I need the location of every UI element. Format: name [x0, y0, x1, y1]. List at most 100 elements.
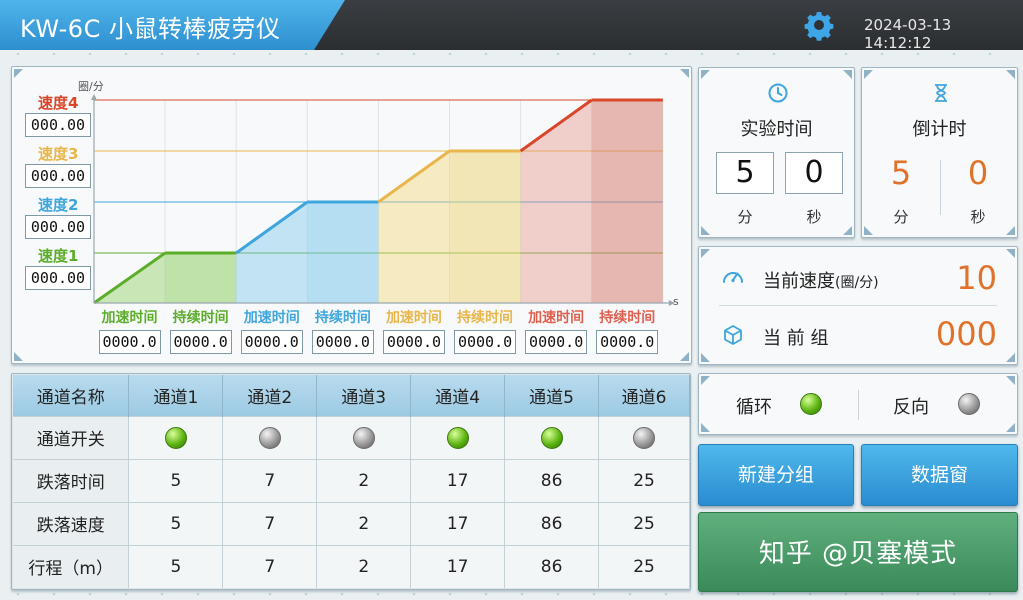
table-cell: 25 — [598, 544, 690, 588]
table-cell: 2 — [316, 501, 412, 545]
channel-switch-indicator[interactable] — [258, 426, 281, 449]
table-cell: 25 — [598, 458, 690, 502]
hold-segment-area — [165, 253, 237, 303]
cube-icon — [724, 325, 742, 345]
app-title: KW-6C 小鼠转棒疲劳仪 — [20, 15, 281, 43]
hold-segment-area — [307, 202, 379, 303]
accel-time-input[interactable]: 0000.0 — [240, 330, 303, 354]
column-header-channel: 通道3 — [316, 375, 412, 416]
current-speed-label: 当前速度(圈/分) — [763, 271, 879, 292]
hold-time-input[interactable]: 0000.0 — [169, 330, 232, 354]
title-bar: KW-6C 小鼠转棒疲劳仪 2024-03-13 14:12:12 — [0, 0, 1023, 52]
countdown-minutes-unit: 分 — [893, 208, 909, 226]
current-group-label: 当 前 组 — [763, 328, 829, 349]
column-header-name: 通道名称 — [13, 375, 130, 416]
speed-level-label: 速度2 — [38, 196, 79, 214]
speed-level-label: 速度4 — [38, 94, 79, 112]
speed-profile-panel: 圈/分 s 速度4 000.00 速度3 000.00 速度2 000.00 速度1 000.… — [11, 66, 692, 364]
experiment-minutes-input[interactable]: 5 — [716, 152, 774, 194]
clock-icon — [768, 83, 788, 103]
hold-segment-area — [449, 151, 521, 303]
experiment-time-title: 实验时间 — [740, 119, 813, 140]
table-cell: 2 — [316, 458, 412, 502]
table-cell: 17 — [410, 544, 506, 588]
channel-switch-indicator[interactable] — [633, 426, 656, 449]
loop-toggle[interactable] — [800, 393, 822, 415]
table-cell: 7 — [222, 544, 318, 588]
speed-value-input[interactable]: 000.00 — [25, 164, 91, 188]
reverse-toggle[interactable] — [958, 393, 980, 415]
accel-time-label: 加速时间 — [243, 310, 300, 326]
new-group-button[interactable]: 新建分组 — [698, 444, 854, 506]
table-row: 跌落速度 5 7 2 17 86 25 — [13, 501, 690, 545]
channel-switch-cell — [410, 415, 506, 459]
datetime: 2024-03-13 14:12:12 — [864, 16, 952, 52]
data-window-button[interactable]: 数据窗 — [861, 444, 1018, 506]
table-row: 通道开关 — [13, 415, 690, 459]
current-group-value: 000 — [935, 315, 997, 353]
accel-segment-area — [520, 100, 592, 303]
countdown-panel: 倒计时 5 0 分 秒 — [861, 67, 1018, 238]
x-axis-unit: s — [673, 295, 679, 308]
hold-time-input[interactable]: 0000.0 — [454, 330, 517, 354]
hold-time-input[interactable]: 0000.0 — [596, 330, 659, 354]
table-cell: 7 — [222, 501, 318, 545]
accel-segment-area — [378, 151, 450, 303]
gear-icon[interactable] — [803, 9, 835, 41]
current-speed-value: 10 — [956, 259, 997, 297]
accel-time-input[interactable]: 0000.0 — [98, 330, 161, 354]
mode-button[interactable]: 知乎 @贝塞模式 — [698, 512, 1018, 592]
channel-switch-cell — [504, 415, 600, 459]
column-header-channel: 通道2 — [222, 375, 318, 416]
loop-reverse-panel: 循环 反向 — [698, 373, 1018, 435]
channel-switch-indicator[interactable] — [540, 426, 563, 449]
speed-value-input[interactable]: 000.00 — [25, 266, 91, 290]
accel-segment-area — [236, 202, 308, 303]
accel-time-label: 加速时间 — [385, 310, 442, 326]
channel-switch-cell — [316, 415, 412, 459]
accel-time-input[interactable]: 0000.0 — [525, 330, 588, 354]
countdown-title: 倒计时 — [912, 119, 967, 140]
accel-time-label: 加速时间 — [101, 310, 158, 326]
countdown-seconds-unit: 秒 — [970, 208, 986, 226]
current-status-panel: 当前速度(圈/分) 10 当 前 组 000 — [698, 246, 1018, 365]
hold-time-input[interactable]: 0000.0 — [311, 330, 374, 354]
reverse-label: 反向 — [893, 397, 929, 418]
column-header-channel: 通道4 — [410, 375, 506, 416]
channel-switch-indicator[interactable] — [164, 426, 187, 449]
channel-switch-cell — [222, 415, 318, 459]
table-cell: 5 — [128, 458, 224, 502]
table-cell: 86 — [504, 544, 600, 588]
hold-time-label: 持续时间 — [172, 310, 229, 326]
speed-level-label: 速度1 — [38, 247, 79, 265]
countdown-seconds: 0 — [967, 154, 989, 192]
channel-table: 通道名称 通道1 通道2 通道3 通道4 通道5 通道6 通道开关 跌落时间 5 7 2 17 86 25… — [13, 375, 690, 588]
table-cell: 25 — [598, 501, 690, 545]
experiment-time-panel: 实验时间 5 0 分 秒 — [698, 67, 855, 238]
row-label: 行程（m） — [13, 544, 130, 588]
row-label: 通道开关 — [13, 415, 130, 459]
hold-segment-area — [591, 100, 663, 303]
table-cell: 17 — [410, 458, 506, 502]
channel-switch-indicator[interactable] — [352, 426, 375, 449]
hold-time-label: 持续时间 — [599, 310, 656, 326]
channel-switch-indicator[interactable] — [446, 426, 469, 449]
accel-time-input[interactable]: 0000.0 — [382, 330, 445, 354]
y-axis-unit: 圈/分 — [78, 80, 104, 93]
y-axis-arrow — [91, 94, 97, 100]
table-cell: 7 — [222, 458, 318, 502]
loop-label: 循环 — [736, 397, 772, 418]
hold-time-label: 持续时间 — [314, 310, 371, 326]
speed-value-input[interactable]: 000.00 — [25, 215, 91, 239]
channel-table-panel: 通道名称 通道1 通道2 通道3 通道4 通道5 通道6 通道开关 跌落时间 5 7 2 17 86 25… — [11, 373, 691, 590]
column-header-channel: 通道5 — [504, 375, 600, 416]
seconds-unit: 秒 — [806, 208, 822, 226]
experiment-seconds-input[interactable]: 0 — [785, 152, 843, 194]
accel-time-label: 加速时间 — [528, 310, 585, 326]
table-cell: 86 — [504, 501, 600, 545]
table-cell: 5 — [128, 544, 224, 588]
channel-switch-cell — [598, 415, 690, 459]
minutes-unit: 分 — [737, 208, 753, 226]
hourglass-icon — [935, 84, 947, 102]
speed-value-input[interactable]: 000.00 — [25, 113, 91, 137]
